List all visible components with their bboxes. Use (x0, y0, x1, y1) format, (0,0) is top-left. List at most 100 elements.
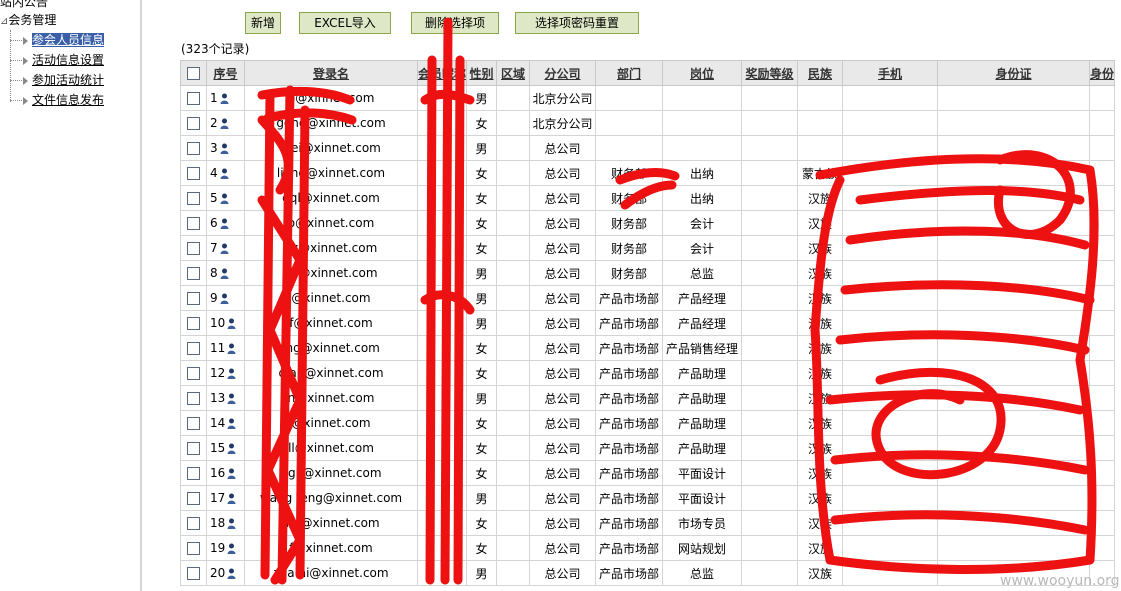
row-select-cell[interactable] (180, 485, 207, 511)
row-select-cell[interactable] (180, 210, 207, 236)
row-checkbox[interactable] (187, 242, 200, 255)
row-checkbox[interactable] (187, 292, 200, 305)
column-header[interactable]: 区域 (496, 60, 531, 86)
row-checkbox[interactable] (187, 392, 200, 405)
column-header[interactable]: 序号 (206, 60, 245, 86)
table-row[interactable]: 4 li ing@xinnet.com 女 总公司 财务部 出纳 蒙古族 (180, 160, 1116, 186)
table-row[interactable]: 3 wei@xinnet.com 男 总公司 (180, 135, 1116, 161)
table-row[interactable]: 13 n@xinnet.com 男 总公司 产品市场部 产品助理 汉族 (180, 385, 1116, 411)
row-select-cell[interactable] (180, 535, 207, 561)
table-row[interactable]: 10 f@xinnet.com 男 总公司 产品市场部 产品经理 汉族 (180, 310, 1116, 336)
login-cell[interactable]: gql@xinnet.com (244, 185, 418, 211)
row-select-cell[interactable] (180, 560, 207, 586)
table-row[interactable]: 12 qian@xinnet.com 女 总公司 产品市场部 产品助理 汉族 (180, 360, 1116, 386)
row-select-cell[interactable] (180, 285, 207, 311)
row-select-cell[interactable] (180, 460, 207, 486)
login-cell[interactable]: qian@xinnet.com (244, 360, 418, 386)
table-row[interactable]: 17 wang feng@xinnet.com 男 总公司 产品市场部 平面设计 汉族 (180, 485, 1116, 511)
table-row[interactable]: 18 li n@xinnet.com 女 总公司 产品市场部 市场专员 汉族 (180, 510, 1116, 536)
table-row[interactable]: 20 zha hi@xinnet.com 男 总公司 产品市场部 总监 汉族 (180, 560, 1116, 586)
sidebar-item-label[interactable]: 参加活动统计 (32, 73, 104, 87)
table-row[interactable]: 2 gong@xinnet.com 女 北京分公司 (180, 110, 1116, 136)
column-header[interactable]: 身份证 (937, 60, 1091, 86)
login-cell[interactable]: ll@xinnet.com (244, 435, 418, 461)
table-row[interactable]: 15 ll@xinnet.com 女 总公司 产品市场部 产品助理 汉族 (180, 435, 1116, 461)
login-cell[interactable]: gong@xinnet.com (244, 110, 418, 136)
login-cell[interactable]: zha hi@xinnet.com (244, 560, 418, 586)
row-select-cell[interactable] (180, 85, 207, 111)
column-header[interactable]: 登录名 (244, 60, 418, 86)
row-checkbox[interactable] (187, 567, 200, 580)
table-row[interactable]: 19 f@xinnet.com 女 总公司 产品市场部 网站规划 汉族 (180, 535, 1116, 561)
table-row[interactable]: 11 ing@xinnet.com 女 总公司 产品市场部 产品销售经理 汉族 (180, 335, 1116, 361)
login-cell[interactable]: f@xinnet.com (244, 310, 418, 336)
row-checkbox[interactable] (187, 117, 200, 130)
column-header[interactable]: 身份 (1089, 60, 1116, 86)
login-cell[interactable]: yz@xinnet.com (244, 235, 418, 261)
row-checkbox[interactable] (187, 492, 200, 505)
row-checkbox[interactable] (187, 467, 200, 480)
row-checkbox[interactable] (187, 542, 200, 555)
row-select-cell[interactable] (180, 310, 207, 336)
login-cell[interactable]: ing@xinnet.com (244, 335, 418, 361)
login-cell[interactable]: wei@xinnet.com (244, 135, 418, 161)
row-select-cell[interactable] (180, 260, 207, 286)
row-select-cell[interactable] (180, 410, 207, 436)
table-row[interactable]: 8 zh@xinnet.com 男 总公司 财务部 总监 汉族 (180, 260, 1116, 286)
sidebar-item-attendees[interactable]: 参会人员信息 (10, 31, 105, 49)
row-select-cell[interactable] (180, 135, 207, 161)
row-select-cell[interactable] (180, 385, 207, 411)
row-select-cell[interactable] (180, 160, 207, 186)
select-all-checkbox[interactable] (187, 67, 200, 80)
login-cell[interactable]: f@xinnet.com (244, 535, 418, 561)
login-cell[interactable]: @xinnet.com (244, 285, 418, 311)
table-row[interactable]: 14 @xinnet.com 女 总公司 产品市场部 产品助理 汉族 (180, 410, 1116, 436)
row-select-cell[interactable] (180, 235, 207, 261)
column-header[interactable]: 分公司 (529, 60, 597, 86)
login-cell[interactable]: ngli@xinnet.com (244, 460, 418, 486)
row-checkbox[interactable] (187, 417, 200, 430)
table-row[interactable]: 16 ngli@xinnet.com 女 总公司 产品市场部 平面设计 汉族 (180, 460, 1116, 486)
row-checkbox[interactable] (187, 517, 200, 530)
table-row[interactable]: 6 o@xinnet.com 女 总公司 财务部 会计 汉族 (180, 210, 1116, 236)
row-checkbox[interactable] (187, 267, 200, 280)
column-header[interactable]: 部门 (595, 60, 664, 86)
sidebar-item-label[interactable]: 文件信息发布 (32, 93, 104, 107)
row-checkbox[interactable] (187, 217, 200, 230)
row-checkbox[interactable] (187, 342, 200, 355)
sidebar-item-activity-stats[interactable]: 参加活动统计 (10, 71, 104, 89)
login-cell[interactable]: li n@xinnet.com (244, 510, 418, 536)
sidebar-item-label[interactable]: 活动信息设置 (32, 53, 104, 67)
sidebar-group-meeting[interactable]: ⊿会务管理 (0, 11, 56, 28)
row-checkbox[interactable] (187, 442, 200, 455)
column-header[interactable]: 手机 (842, 60, 939, 86)
delete-selected-button[interactable]: 删除选择项 (411, 12, 499, 34)
table-row[interactable]: 9 @xinnet.com 男 总公司 产品市场部 产品经理 汉族 (180, 285, 1116, 311)
row-checkbox[interactable] (187, 142, 200, 155)
login-cell[interactable]: zh@xinnet.com (244, 260, 418, 286)
sidebar-item-file-publish[interactable]: 文件信息发布 (10, 91, 104, 109)
login-cell[interactable]: li ing@xinnet.com (244, 160, 418, 186)
column-header[interactable]: 民族 (797, 60, 844, 86)
table-row[interactable]: 7 yz@xinnet.com 女 总公司 财务部 会计 汉族 (180, 235, 1116, 261)
row-select-cell[interactable] (180, 435, 207, 461)
sidebar-item-label[interactable]: 参会人员信息 (32, 33, 105, 47)
column-header[interactable]: 性别 (466, 60, 498, 86)
row-select-cell[interactable] (180, 360, 207, 386)
table-row[interactable]: 1 p@xinnet.com 男 北京分公司 (180, 85, 1116, 111)
column-header[interactable]: 奖励等级 (741, 60, 799, 86)
login-cell[interactable]: o@xinnet.com (244, 210, 418, 236)
row-checkbox[interactable] (187, 192, 200, 205)
row-select-cell[interactable] (180, 335, 207, 361)
sidebar-item-activity-settings[interactable]: 活动信息设置 (10, 51, 104, 69)
row-checkbox[interactable] (187, 317, 200, 330)
login-cell[interactable]: @xinnet.com (244, 410, 418, 436)
column-header[interactable]: 会员昵称 (416, 60, 468, 86)
login-cell[interactable]: p@xinnet.com (244, 85, 418, 111)
row-checkbox[interactable] (187, 92, 200, 105)
row-checkbox[interactable] (187, 367, 200, 380)
select-all-header[interactable] (180, 60, 207, 86)
row-select-cell[interactable] (180, 110, 207, 136)
excel-import-button[interactable]: EXCEL导入 (299, 12, 391, 34)
login-cell[interactable]: n@xinnet.com (244, 385, 418, 411)
